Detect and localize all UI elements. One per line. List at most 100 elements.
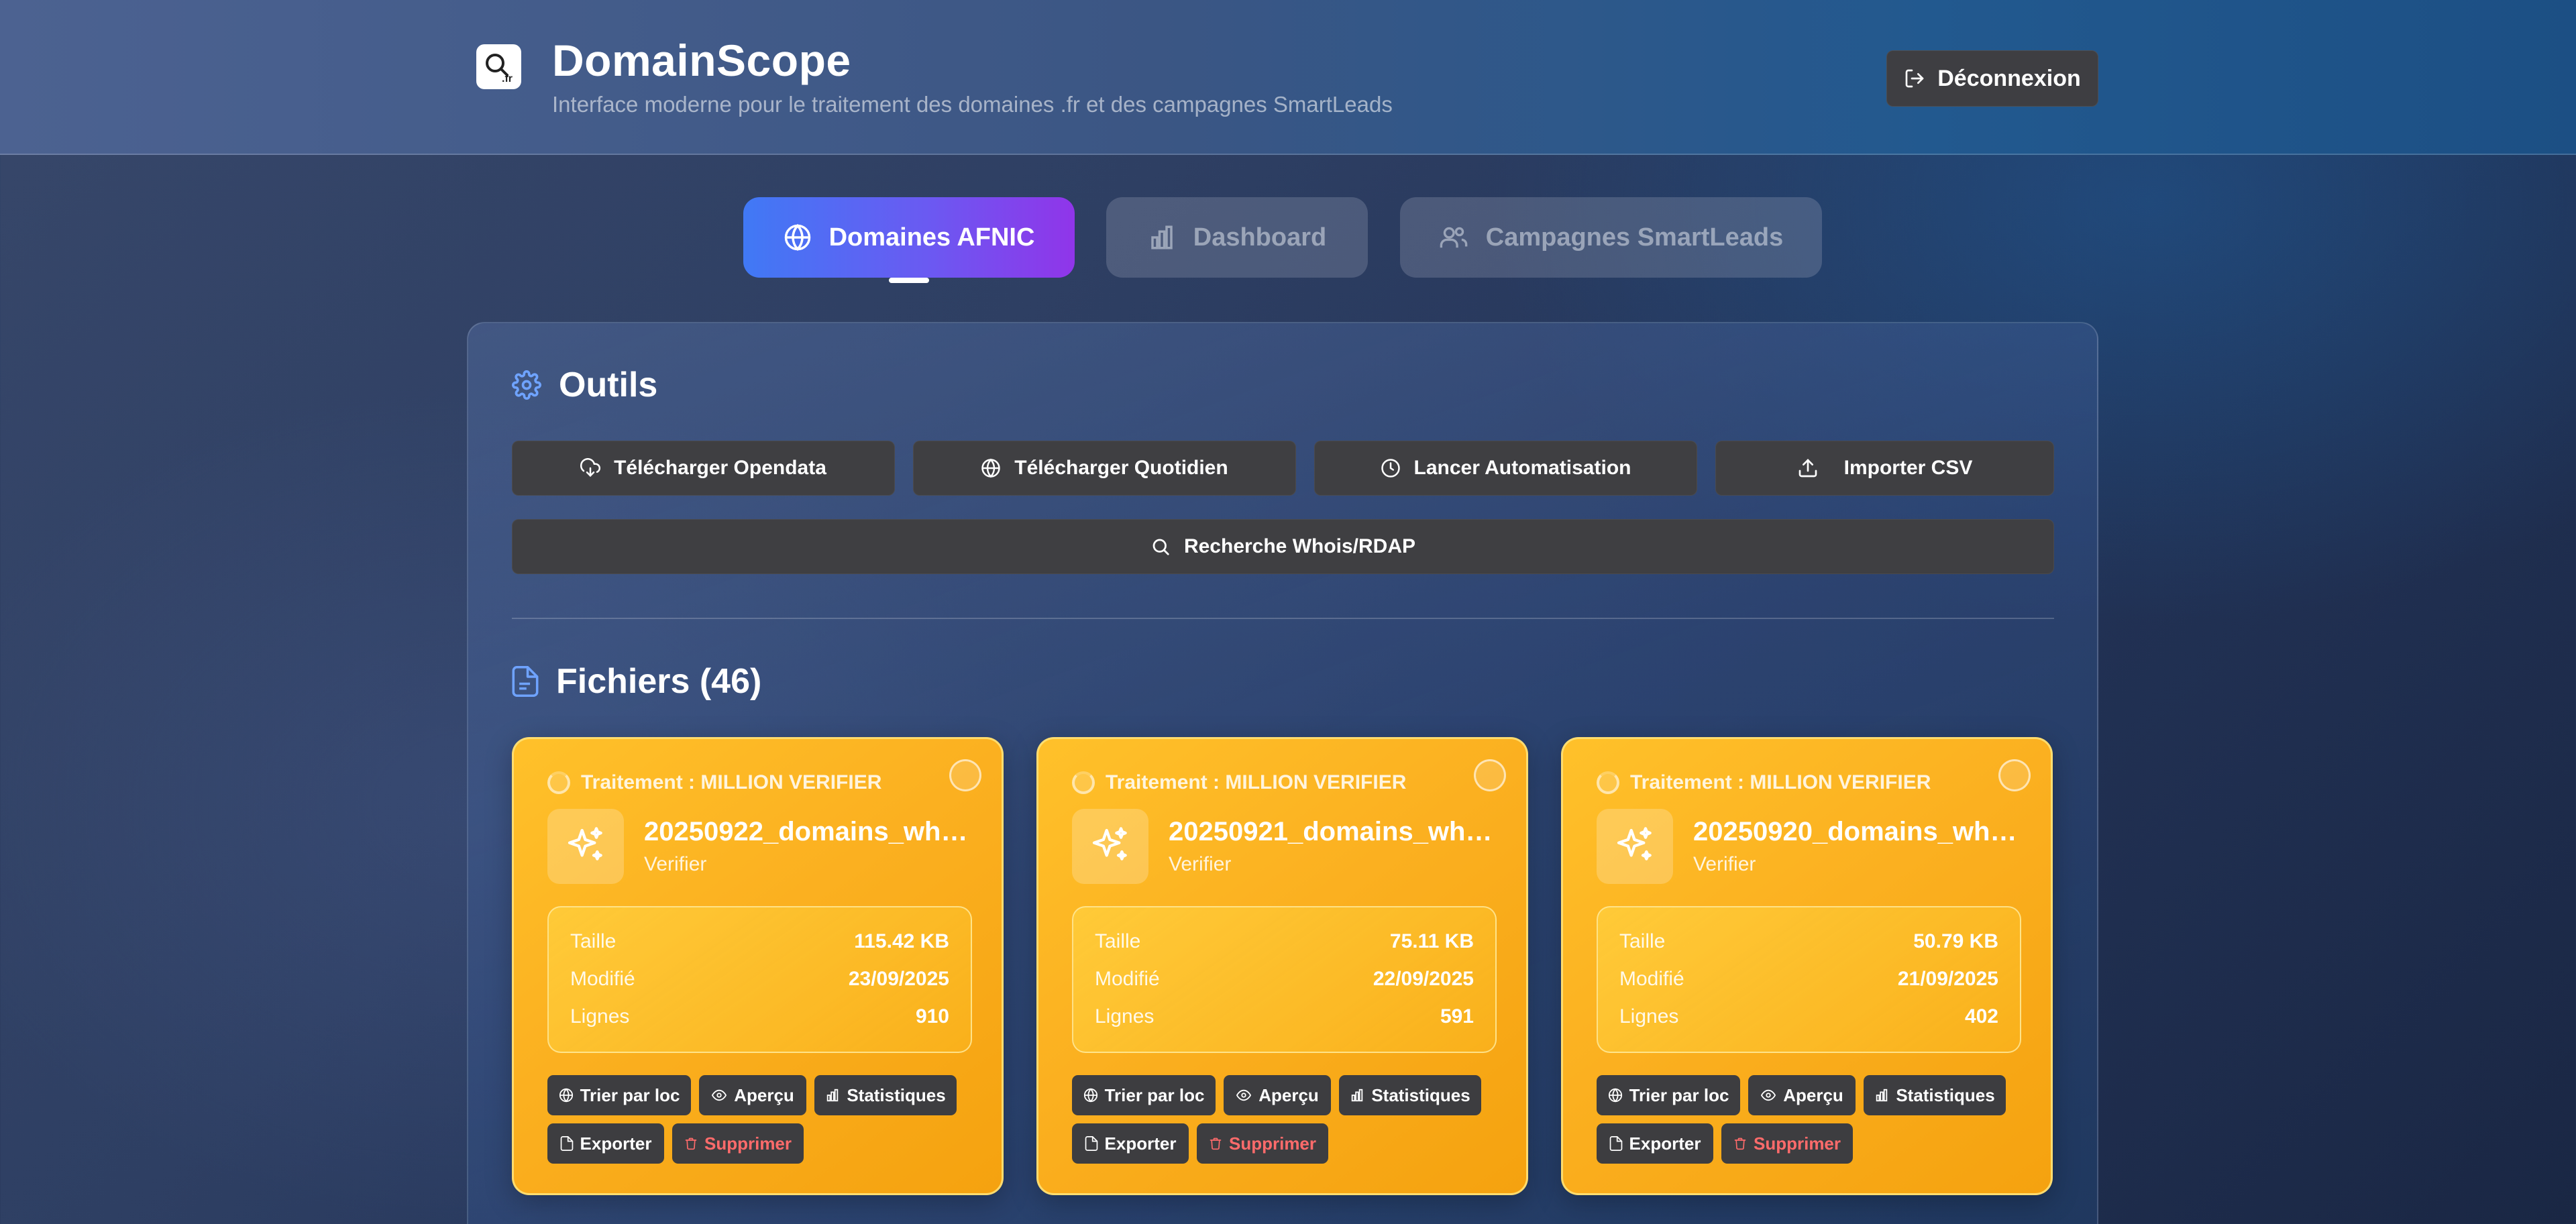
clock-icon [1381, 459, 1400, 478]
select-checkbox[interactable] [1998, 759, 2031, 791]
logout-button[interactable]: Déconnexion [1886, 50, 2098, 107]
info-label: Modifié [1619, 968, 1684, 990]
file-icon [512, 666, 539, 697]
download-daily-button[interactable]: Télécharger Quotidien [913, 441, 1296, 496]
info-row-lines: Lignes 591 [1095, 1005, 1474, 1028]
sort-by-location-button[interactable]: Trier par loc [1072, 1075, 1216, 1115]
gear-icon [512, 370, 541, 400]
upload-icon [1799, 459, 1817, 478]
whois-search-button[interactable]: Recherche Whois/RDAP [512, 519, 2054, 574]
button-label: Supprimer [1753, 1133, 1841, 1154]
app-logo: .fr [476, 44, 521, 89]
svg-text:.fr: .fr [502, 73, 513, 85]
section-title-text: Fichiers (46) [556, 662, 762, 701]
app-header: .fr DomainScope Interface moderne pour l… [0, 0, 2576, 155]
app-title: DomainScope [552, 36, 851, 85]
tab-campagnes-smartleads[interactable]: Campagnes SmartLeads [1400, 197, 1822, 278]
tab-label: Campagnes SmartLeads [1485, 223, 1784, 252]
eye-icon [1761, 1089, 1776, 1101]
file-name: 20250920_domains_whoi... [1693, 817, 2029, 846]
button-label: Statistiques [847, 1084, 946, 1105]
info-value: 591 [1440, 1005, 1474, 1027]
globe-icon [784, 223, 810, 252]
magnifier-logo-icon: .fr [485, 53, 513, 85]
tab-dashboard[interactable]: Dashboard [1106, 197, 1368, 278]
button-label: Télécharger Opendata [614, 457, 826, 479]
tab-label: Dashboard [1193, 223, 1327, 252]
button-label: Exporter [580, 1133, 652, 1154]
export-button[interactable]: Exporter [547, 1123, 664, 1164]
card-status: Traitement : MILLION VERIFIER [1072, 771, 1406, 794]
preview-button[interactable]: Aperçu [1748, 1075, 1856, 1115]
sort-by-location-button[interactable]: Trier par loc [547, 1075, 691, 1115]
button-label: Exporter [1629, 1133, 1701, 1154]
launch-automation-button[interactable]: Lancer Automatisation [1314, 441, 1697, 496]
search-icon [1152, 539, 1169, 555]
file-name: 20250922_domains_whoi... [644, 817, 979, 846]
bar-chart-icon [827, 1089, 839, 1102]
bar-chart-icon [1151, 225, 1173, 249]
statistics-button[interactable]: Statistiques [1339, 1075, 1481, 1115]
info-value: 402 [1964, 1005, 1998, 1027]
info-label: Taille [1619, 930, 1666, 952]
file-info-box: Taille 115.42 KB Modifié 23/09/2025 Lign… [547, 906, 972, 1053]
preview-button[interactable]: Aperçu [699, 1075, 806, 1115]
bar-chart-icon [1876, 1089, 1888, 1102]
button-label: Télécharger Quotidien [1014, 457, 1228, 479]
statistics-button[interactable]: Statistiques [814, 1075, 957, 1115]
file-icon [1609, 1136, 1622, 1151]
button-label: Lancer Automatisation [1413, 457, 1631, 479]
button-label: Recherche Whois/RDAP [1183, 535, 1416, 557]
delete-button[interactable]: Supprimer [672, 1123, 804, 1164]
file-card[interactable]: Traitement : MILLION VERIFIER 20250922_d… [512, 737, 1004, 1195]
export-button[interactable]: Exporter [1597, 1123, 1713, 1164]
card-status-text: Traitement : MILLION VERIFIER [581, 771, 882, 793]
files-section-title: Fichiers (46) [512, 661, 761, 702]
tab-domaines-afnic[interactable]: Domaines AFNIC [743, 197, 1075, 278]
card-status: Traitement : MILLION VERIFIER [547, 771, 881, 794]
file-info-box: Taille 75.11 KB Modifié 22/09/2025 Ligne… [1072, 906, 1497, 1053]
preview-button[interactable]: Aperçu [1224, 1075, 1331, 1115]
eye-icon [1236, 1089, 1252, 1101]
export-button[interactable]: Exporter [1072, 1123, 1189, 1164]
select-checkbox[interactable] [949, 759, 981, 791]
sort-by-location-button[interactable]: Trier par loc [1597, 1075, 1740, 1115]
statistics-button[interactable]: Statistiques [1864, 1075, 2006, 1115]
info-row-size: Taille 75.11 KB [1095, 930, 1474, 953]
info-value: 23/09/2025 [848, 968, 949, 990]
file-card[interactable]: Traitement : MILLION VERIFIER 20250920_d… [1561, 737, 2053, 1195]
active-tab-indicator [889, 278, 929, 283]
sparkles-icon [568, 827, 602, 860]
button-label: Trier par loc [580, 1084, 680, 1105]
file-icon [1085, 1136, 1097, 1151]
button-label: Exporter [1104, 1133, 1177, 1154]
button-label: Supprimer [1228, 1133, 1317, 1154]
info-row-modified: Modifié 21/09/2025 [1619, 968, 1998, 991]
info-row-modified: Modifié 23/09/2025 [570, 968, 949, 991]
import-csv-button[interactable]: Importer CSV [1715, 441, 2054, 496]
tools-section-title: Outils [512, 365, 657, 405]
tab-label: Domaines AFNIC [828, 223, 1035, 252]
spinner-icon [547, 771, 570, 794]
file-info-box: Taille 50.79 KB Modifié 21/09/2025 Ligne… [1597, 906, 2021, 1053]
info-value: 910 [915, 1005, 949, 1027]
download-opendata-button[interactable]: Télécharger Opendata [512, 441, 895, 496]
section-title-text: Outils [559, 366, 658, 404]
info-label: Modifié [570, 968, 635, 990]
spinner-icon [1597, 771, 1619, 794]
select-checkbox[interactable] [1474, 759, 1506, 791]
file-name: 20250921_domains_whoi... [1169, 817, 1504, 846]
card-status-text: Traitement : MILLION VERIFIER [1106, 771, 1407, 793]
button-label: Aperçu [734, 1084, 794, 1105]
info-row-modified: Modifié 22/09/2025 [1095, 968, 1474, 991]
card-icon-box [547, 809, 624, 884]
card-status: Traitement : MILLION VERIFIER [1597, 771, 1931, 794]
delete-button[interactable]: Supprimer [1197, 1123, 1328, 1164]
card-icon-box [1597, 809, 1673, 884]
info-label: Taille [1095, 930, 1141, 952]
file-card[interactable]: Traitement : MILLION VERIFIER 20250921_d… [1036, 737, 1528, 1195]
info-label: Taille [570, 930, 616, 952]
delete-button[interactable]: Supprimer [1721, 1123, 1853, 1164]
button-label: Trier par loc [1629, 1084, 1729, 1105]
info-value: 75.11 KB [1389, 930, 1474, 952]
